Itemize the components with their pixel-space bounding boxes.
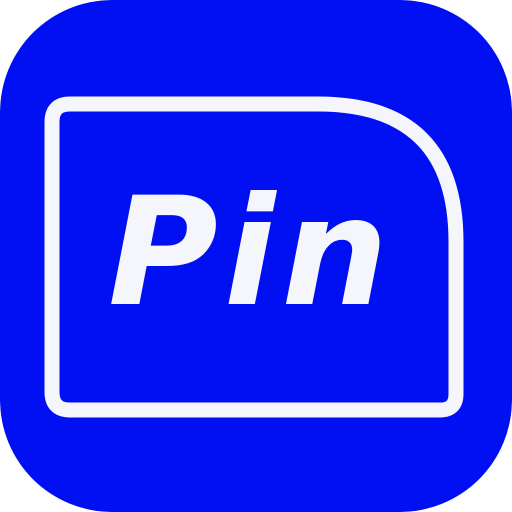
app-icon[interactable]: Pin [0,0,512,512]
logo-text: Pin [108,166,395,340]
